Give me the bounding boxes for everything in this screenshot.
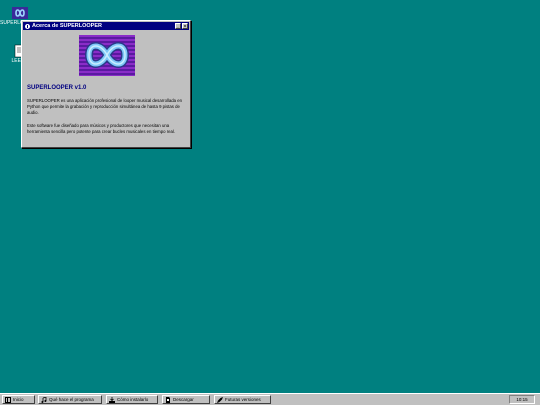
- close-button[interactable]: x: [182, 23, 188, 29]
- taskbar-button-futuras-versiones[interactable]: Futuras versiones: [214, 395, 271, 404]
- window-title: Acerca de SUPERLOOPER: [32, 23, 102, 29]
- description-paragraph: Este software fue diseñado para músicos …: [27, 123, 176, 135]
- taskbar-button-label: Descargar: [173, 397, 194, 402]
- taskbar-button-label: Futuras versiones: [225, 397, 261, 402]
- taskbar-button-label: Cómo instalarlo: [117, 397, 149, 402]
- app-version-heading: SUPERLOOPER v1.0: [27, 85, 87, 91]
- infinity-icon: [84, 42, 130, 68]
- taskbar: Inicio Qué hace el programa Cómo instala…: [0, 393, 540, 405]
- start-label: Inicio: [13, 397, 24, 402]
- taskbar-button-como-instalarlo[interactable]: Cómo instalarlo: [106, 395, 158, 404]
- minimize-button[interactable]: _: [175, 23, 181, 29]
- description-paragraph: SUPERLOOPER es una aplicación profesiona…: [27, 98, 183, 116]
- app-logo: [79, 35, 135, 76]
- window-titlebar[interactable]: Acerca de SUPERLOOPER _ x: [23, 22, 189, 30]
- infinity-icon: [11, 6, 29, 20]
- start-button[interactable]: Inicio: [2, 395, 35, 404]
- taskbar-button-label: Qué hace el programa: [49, 397, 94, 402]
- taskbar-button-que-hace[interactable]: Qué hace el programa: [38, 395, 102, 404]
- rocket-icon: [217, 396, 223, 403]
- about-window: Acerca de SUPERLOOPER _ x SUPERLOOPER v1…: [21, 20, 191, 148]
- start-icon: [5, 396, 11, 403]
- taskbar-clock: 10:15: [509, 395, 535, 404]
- download-icon: [166, 396, 170, 403]
- music-note-icon: [41, 396, 47, 403]
- info-icon: [25, 23, 30, 29]
- install-icon: [109, 396, 115, 403]
- taskbar-button-descargar[interactable]: Descargar: [162, 395, 210, 404]
